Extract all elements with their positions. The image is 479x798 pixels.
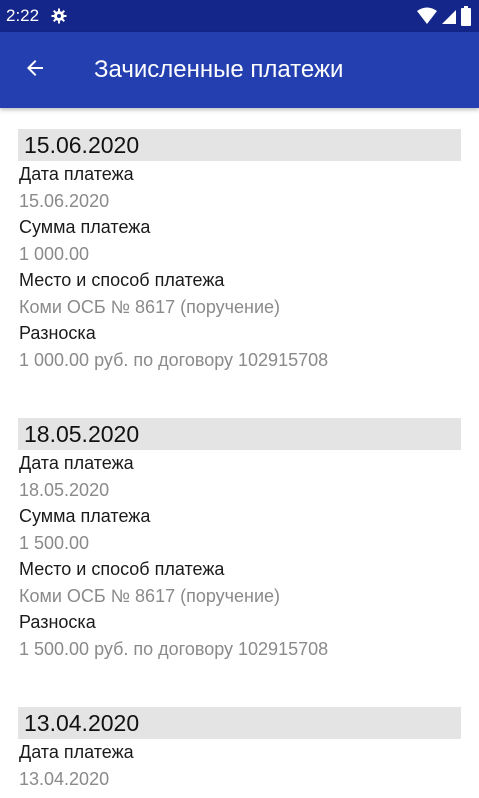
date-value: 13.04.2020 [19,768,110,789]
payment-date-header: 13.04.2020 [18,707,461,739]
payments-list[interactable]: 15.06.2020 Дата платежа 15.06.2020 Сумма… [0,108,479,798]
allocation-value: 1 500.00 руб. по договору 102915708 [19,638,329,659]
payment-date-header: 18.05.2020 [18,418,461,450]
payment-card: 15.06.2020 Дата платежа 15.06.2020 Сумма… [0,108,479,373]
allocation-label: Разноска [19,612,96,632]
signal-icon [441,7,457,30]
date-label: Дата платежа [19,742,134,762]
amount-label: Сумма платежа [19,506,151,526]
place-label: Место и способ платежа [19,559,225,579]
allocation-value: 1 000.00 руб. по договору 102915708 [19,349,329,370]
payment-card: 13.04.2020 Дата платежа 13.04.2020 [0,662,479,792]
place-label: Место и способ платежа [19,270,225,290]
date-value: 18.05.2020 [19,479,110,500]
payment-card: 18.05.2020 Дата платежа 18.05.2020 Сумма… [0,373,479,662]
wifi-icon [417,7,437,30]
back-button[interactable] [10,45,60,95]
status-bar: 2:22 [0,0,479,32]
gear-icon [51,8,67,24]
app-bar: Зачисленные платежи [0,32,479,108]
battery-icon [461,6,471,31]
date-value: 15.06.2020 [19,190,110,211]
page-title: Зачисленные платежи [94,56,344,83]
date-label: Дата платежа [19,453,134,473]
place-value: Коми ОСБ № 8617 (поручение) [19,296,281,317]
amount-label: Сумма платежа [19,217,151,237]
payment-date-header: 15.06.2020 [18,129,461,161]
date-label: Дата платежа [19,164,134,184]
status-icons [417,6,471,31]
allocation-label: Разноска [19,323,96,343]
amount-value: 1 500.00 [19,532,90,553]
amount-value: 1 000.00 [19,243,90,264]
place-value: Коми ОСБ № 8617 (поручение) [19,585,281,606]
arrow-left-icon [23,56,47,85]
status-time: 2:22 [6,6,40,25]
